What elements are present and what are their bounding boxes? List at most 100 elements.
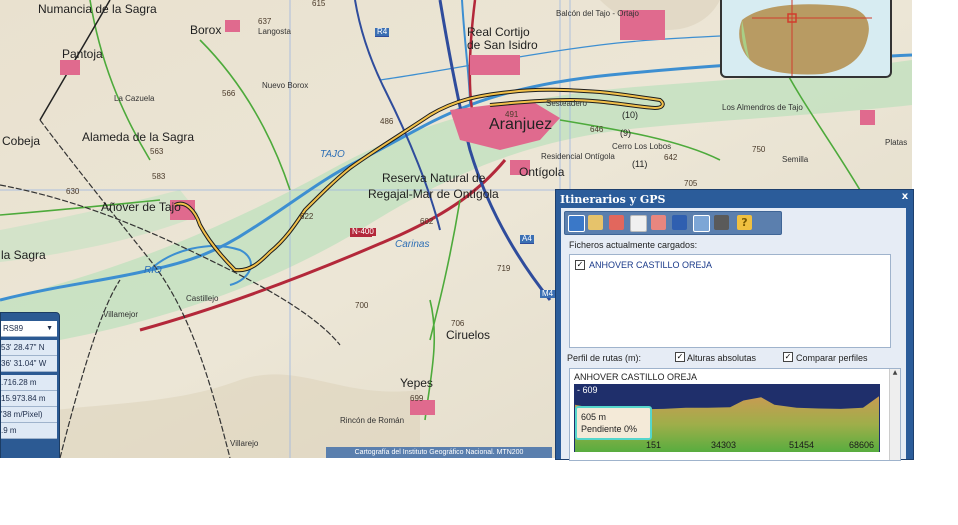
altitude-label: 563 xyxy=(150,147,164,156)
longitude-value: 36' 31.04" W xyxy=(1,356,57,372)
profile-tooltip: 605 m Pendiente 0% xyxy=(575,406,652,440)
altitude-label: 642 xyxy=(664,153,678,162)
altitude-label: 491 xyxy=(505,110,519,119)
altitude-label: 566 xyxy=(222,89,236,98)
gps-toolbar: ? xyxy=(564,211,782,235)
map-number-label: (10) xyxy=(622,110,639,120)
file-name[interactable]: ANHOVER CASTILLO OREJA xyxy=(589,260,712,270)
map-label: Semilla xyxy=(782,155,809,164)
altitude-label: 750 xyxy=(752,145,766,154)
map-label: Cerro Los Lobos xyxy=(612,142,672,151)
altitude-label: 615 xyxy=(312,0,326,8)
map-label-aranjuez: Aranjuez xyxy=(489,116,553,133)
map-label: la Sagra xyxy=(1,248,46,262)
map-number-label: (11) xyxy=(632,159,648,169)
iberia-map-icon xyxy=(739,0,872,76)
absolute-heights-checkbox[interactable]: ✓ xyxy=(675,352,685,362)
river-label: Carinas xyxy=(395,239,430,250)
profile-label: Perfil de rutas (m): xyxy=(567,353,642,363)
y-tick-label: - 609 xyxy=(577,385,598,395)
close-icon[interactable]: x xyxy=(900,192,910,202)
compare-profiles-label: Comparar perfiles xyxy=(796,353,868,363)
scrollbar[interactable]: ▲ xyxy=(889,369,900,460)
road-shield: A4 xyxy=(520,234,534,243)
folder-icon[interactable] xyxy=(588,215,603,230)
map-label: Pantoja xyxy=(62,47,103,61)
altitude-label: 699 xyxy=(410,394,424,403)
map-label: Reserva Natural de xyxy=(382,171,486,185)
map-label: Real Cortijo de San Isidro xyxy=(467,25,538,52)
map-number-label: (9) xyxy=(620,128,631,138)
help-icon[interactable]: ? xyxy=(737,215,752,230)
map-label: Ontígola xyxy=(519,165,565,179)
altitude-label: 602 xyxy=(420,217,434,226)
marker-icon[interactable] xyxy=(609,215,624,230)
altitude-label: 583 xyxy=(152,172,166,181)
export-icon[interactable] xyxy=(693,215,710,232)
list-item[interactable]: ✓ ANHOVER CASTILLO OREJA xyxy=(570,255,888,271)
road-shield: R4 xyxy=(375,27,390,36)
altitude-label: 705 xyxy=(684,179,698,188)
map-label: Regajal-Mar de Ontígola xyxy=(368,187,499,201)
gps-itineraries-panel: Itinerarios y GPS x ? Ficheros actualmen… xyxy=(555,189,914,461)
road-shield: N-400 xyxy=(350,227,376,236)
map-label: Numancia de la Sagra xyxy=(38,2,157,16)
map-label: Borox xyxy=(190,23,222,37)
map-label: Alameda de la Sagra xyxy=(82,130,195,144)
print-icon[interactable] xyxy=(714,215,729,230)
altitude-label: 719 xyxy=(497,264,511,273)
map-label: Añover de Tajo xyxy=(101,200,181,214)
map-label: Balcón del Tajo - Ortajo xyxy=(556,9,640,18)
river-label: TAJO xyxy=(320,149,345,160)
river-label: RIO xyxy=(144,265,162,276)
road-shield: M4 xyxy=(540,289,556,298)
x-tick-label: 151 xyxy=(646,440,661,450)
altitude-label: 486 xyxy=(380,117,394,126)
z-value: .9 m xyxy=(1,423,57,439)
map-label: Residencial Ontígola xyxy=(541,152,615,161)
altitude-label: 637 xyxy=(258,17,272,26)
overview-minimap[interactable] xyxy=(720,0,892,78)
altitude-label: 630 xyxy=(66,187,80,196)
datum-value: RS89 xyxy=(3,324,24,333)
open-icon[interactable] xyxy=(568,215,585,232)
map-label: Ciruelos xyxy=(446,328,491,342)
latitude-value: 53' 28.47" N xyxy=(1,340,57,356)
map-label: Rincón de Román xyxy=(340,416,405,425)
map-label: Platas xyxy=(885,138,908,147)
map-label: Yepes xyxy=(400,376,433,390)
map-label: Villarejo xyxy=(230,439,259,448)
altitude-label: 700 xyxy=(355,301,369,310)
map-label: Langosta xyxy=(258,27,291,36)
files-label: Ficheros actualmente cargados: xyxy=(569,240,698,250)
save-icon[interactable] xyxy=(630,215,647,232)
x-tick-label: 34303 xyxy=(711,440,736,450)
compare-profiles-checkbox[interactable]: ✓ xyxy=(783,352,793,362)
profile-options: Perfil de rutas (m): ✓ Alturas absolutas… xyxy=(567,351,902,365)
map-credit: Cartografía del Instituto Geográfico Nac… xyxy=(326,447,552,458)
map-label: Villamejor xyxy=(103,310,138,319)
tooltip-altitude: 605 m xyxy=(581,412,607,422)
scroll-up-icon[interactable]: ▲ xyxy=(890,369,900,376)
map-label: La Cazuela xyxy=(114,94,155,103)
y-value: 15.973.84 m xyxy=(1,391,57,407)
scale-value: '38 m/Pixel) xyxy=(1,407,57,423)
map-label: Nuevo Borox xyxy=(262,81,309,90)
datum-select[interactable]: RS89 ▼ xyxy=(1,321,57,337)
layers-icon[interactable] xyxy=(672,215,687,230)
altitude-label: 646 xyxy=(590,125,604,134)
map-label: Castillejo xyxy=(186,294,219,303)
files-list: ✓ ANHOVER CASTILLO OREJA xyxy=(569,254,891,348)
absolute-heights-label: Alturas absolutas xyxy=(687,353,757,363)
panel-title: Itinerarios y GPS xyxy=(560,193,666,206)
tooltip-slope: Pendiente 0% xyxy=(581,424,638,434)
altitude-label: 706 xyxy=(451,319,465,328)
file-checkbox[interactable]: ✓ xyxy=(575,260,585,270)
chevron-down-icon: ▼ xyxy=(46,325,53,332)
coordinates-panel: RS89 ▼ 53' 28.47" N 36' 31.04" W .716.28… xyxy=(0,312,60,458)
map-label: Los Almendros de Tajo xyxy=(722,103,803,112)
delete-icon[interactable] xyxy=(651,215,666,230)
x-value: .716.28 m xyxy=(1,375,57,391)
map-label: Sesteadero xyxy=(546,99,587,108)
x-tick-label: 68606 xyxy=(849,440,874,450)
